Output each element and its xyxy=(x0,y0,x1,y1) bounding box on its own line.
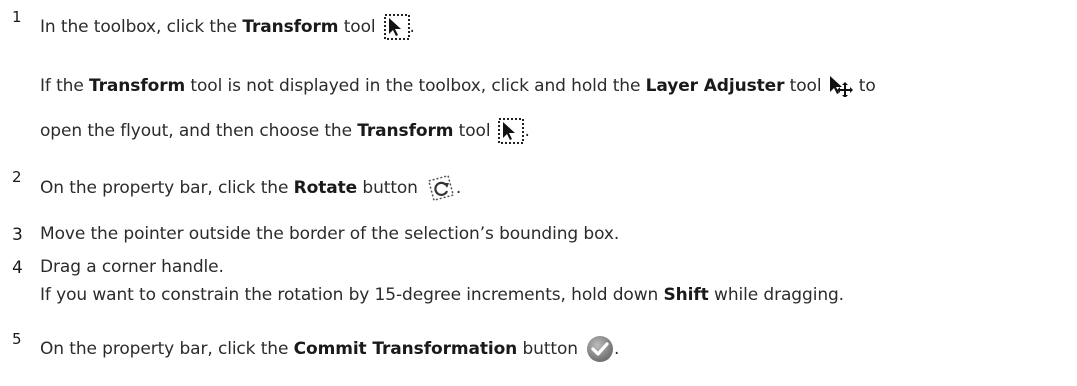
step-4-sub-bold: Shift xyxy=(663,285,709,305)
note-pre: If the xyxy=(40,76,90,96)
step-1-note-line-1: If the Transform tool is not displayed i… xyxy=(40,74,876,98)
step-2-bold: Rotate xyxy=(293,178,358,198)
step-4-subtext: If you want to constrain the rotation by… xyxy=(40,283,844,307)
step-5-end: . xyxy=(613,339,620,359)
step-number-2: 2 xyxy=(12,168,22,186)
step-2-end: . xyxy=(455,178,462,198)
step-1-end: . xyxy=(409,17,415,37)
step-number-3: 3 xyxy=(12,225,23,245)
step-5-pre: On the property bar, click the xyxy=(40,339,294,359)
layer-adjuster-tool-icon xyxy=(829,75,854,97)
step-1-note-line-2: open the flyout, and then choose the Tra… xyxy=(40,118,530,144)
step-5-post: button xyxy=(517,339,578,359)
step-4-text: Drag a corner handle. xyxy=(40,257,224,277)
step-2-post: button xyxy=(357,178,418,198)
step-1-text: In the toolbox, click the Transform tool… xyxy=(40,14,415,40)
transform-tool-icon xyxy=(498,118,525,144)
step-5-bold: Commit Transformation xyxy=(293,339,518,359)
note2-pre: open the flyout, and then choose the xyxy=(40,121,358,141)
step-4-sub-pre: If you want to constrain the rotation by… xyxy=(40,285,664,305)
rotate-icon xyxy=(426,174,456,202)
note-mid-b: tool xyxy=(784,76,822,96)
transform-tool-icon xyxy=(383,14,410,40)
step-1-bold: Transform xyxy=(242,17,339,37)
note2-post: tool xyxy=(453,121,491,141)
note-end: to xyxy=(853,76,876,96)
step-1-post: tool xyxy=(338,17,376,37)
step-5-text: On the property bar, click the Commit Tr… xyxy=(40,335,619,363)
step-number-1: 1 xyxy=(12,8,22,26)
note-mid: tool is not displayed in the toolbox, cl… xyxy=(185,76,646,96)
step-2-pre: On the property bar, click the xyxy=(40,178,294,198)
commit-checkmark-icon xyxy=(586,335,614,363)
step-1-pre: In the toolbox, click the xyxy=(40,17,243,37)
step-2-text: On the property bar, click the Rotate bu… xyxy=(40,174,461,202)
note-bold-layer-adjuster: Layer Adjuster xyxy=(645,76,785,96)
step-number-4: 4 xyxy=(12,258,23,278)
note2-end: . xyxy=(524,121,530,141)
note-bold-transform: Transform xyxy=(89,76,186,96)
step-3-text: Move the pointer outside the border of t… xyxy=(40,224,620,244)
note2-bold: Transform xyxy=(357,121,454,141)
step-number-5: 5 xyxy=(12,330,22,348)
step-4-sub-post: while dragging. xyxy=(708,285,844,305)
